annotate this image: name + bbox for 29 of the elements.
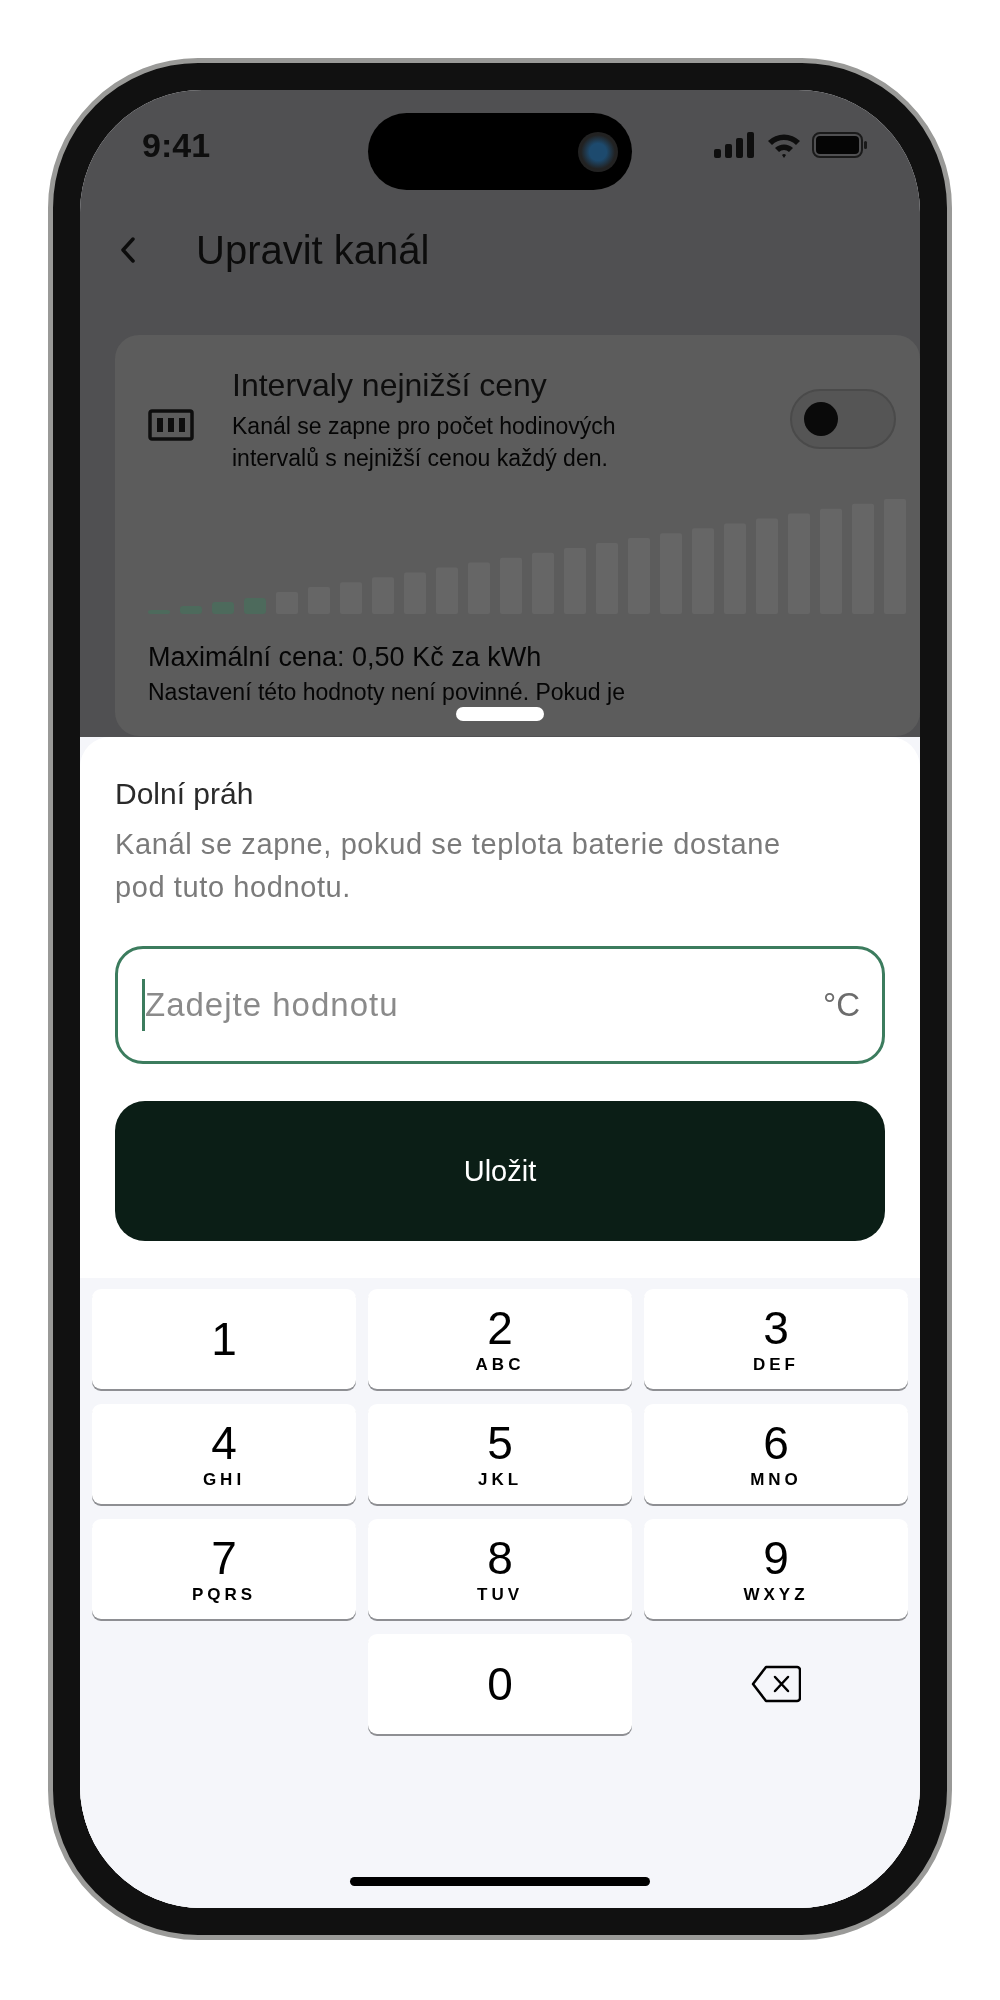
sheet-title: Dolní práh	[115, 777, 255, 811]
max-price-title: Maximální cena: 0,50 Kč za kWh	[148, 642, 543, 673]
keypad-key[interactable]: 7 PQRS	[92, 1519, 356, 1619]
channel-description: Kanál se zapne pro počet hodinových intervalů s nejnižší cenou každý den.	[232, 412, 617, 473]
input-field[interactable]: Zadejte hodnotu °C	[115, 946, 885, 1064]
status-time: 9:41	[142, 125, 211, 165]
keypad-key[interactable]: 8 TUV	[368, 1519, 632, 1619]
unit-label: °C	[822, 986, 860, 1024]
keypad-key[interactable]: 6 MNO	[644, 1404, 908, 1504]
wifi-icon	[766, 132, 802, 158]
keypad-key[interactable]: 3 DEF	[644, 1289, 908, 1389]
backspace-icon[interactable]	[751, 1665, 801, 1703]
save-button[interactable]: Uložit	[115, 1101, 885, 1241]
page-title: Upravit kanál	[196, 227, 430, 273]
text-input[interactable]: Zadejte hodnotu	[145, 986, 823, 1024]
keypad-key[interactable]: 9 WXYZ	[644, 1519, 908, 1619]
keypad-key[interactable]: 2 ABC	[368, 1289, 632, 1389]
keypad-key[interactable]: 1	[92, 1289, 356, 1389]
battery-bars-icon	[148, 409, 194, 441]
channel-title: Intervaly nejnižší ceny	[232, 367, 548, 404]
keypad-key[interactable]: 5 JKL	[368, 1404, 632, 1504]
back-icon[interactable]	[120, 236, 136, 264]
keypad-key[interactable]: 0	[368, 1634, 632, 1734]
max-price-description: Nastavení této hodnoty není povinné. Pokud je	[148, 679, 626, 706]
sheet-description: Kanál se zapne, pokud se teplota baterie dostane pod tuto hodnotu.	[115, 827, 782, 905]
keypad-key[interactable]: 4 GHI	[92, 1404, 356, 1504]
signal-icon	[714, 132, 756, 158]
battery-icon	[812, 132, 868, 158]
sheet-handle[interactable]	[456, 707, 544, 721]
